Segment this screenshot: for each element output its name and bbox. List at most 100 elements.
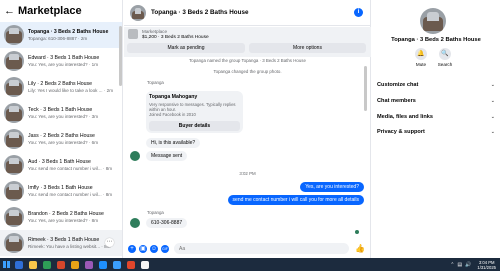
sidebar-header: ← Marketplace — [0, 0, 122, 22]
conversation-preview: You: send me contact number i wil... · 8… — [28, 191, 113, 197]
timestamp: 3:02 PM — [239, 171, 256, 176]
sender-label: Topanga — [147, 80, 164, 85]
chat-avatar[interactable] — [130, 4, 146, 21]
like-icon[interactable]: 👍 — [355, 244, 365, 253]
bell-icon: 🔔 — [415, 48, 427, 60]
conversation-text: Teck · 3 Beds 1 Bath House You: Yes, are … — [28, 107, 122, 120]
back-arrow-icon[interactable]: ← — [4, 5, 15, 17]
conversation-sidebar: ← Marketplace Topanga · 3 Beds 2 Baths H… — [0, 0, 123, 258]
media-files-links-item[interactable]: Media, files and links ⌄ — [377, 114, 495, 120]
taskbar-app-icon[interactable] — [96, 258, 110, 271]
sticker-icon[interactable]: ☺ — [150, 244, 158, 253]
listing-title[interactable]: $1,200 · 3 Beds 2 Baths House — [142, 35, 209, 40]
group-avatar[interactable] — [420, 8, 446, 34]
conversation-item[interactable]: Aud · 3 Beds 1 Bath House You: send me co… — [0, 152, 122, 178]
message-input[interactable] — [174, 243, 349, 254]
sidebar-scrollbar[interactable] — [119, 26, 122, 86]
conversation-item[interactable]: Edward · 3 Beds 1 Bath House You: Yes, ar… — [0, 48, 122, 74]
buyer-name: Topanga Mahogany — [149, 94, 198, 100]
taskbar-app-icon[interactable] — [110, 258, 124, 271]
conversation-item[interactable]: Rimeek · 3 Beds 1 Bath House Rimeek: You … — [0, 230, 122, 256]
conversation-item[interactable]: Lily · 2 Beds 2 Baths House Lily: Yes I w… — [0, 74, 122, 100]
photo-icon[interactable]: ▣ — [139, 244, 147, 253]
taskbar-app-icon[interactable] — [40, 258, 54, 271]
conversation-avatar — [4, 155, 24, 175]
mute-button[interactable]: 🔔 Mute — [410, 48, 432, 67]
conversation-text: Brandon · 2 Beds 2 Baths House You: Yes, … — [28, 211, 122, 224]
sender-avatar[interactable] — [130, 218, 140, 228]
conversation-avatar — [4, 25, 24, 45]
customize-chat-item[interactable]: Customize chat ⌄ — [377, 82, 495, 88]
chevron-up-icon[interactable]: ⌃ — [450, 262, 454, 268]
chat-scrollbar[interactable] — [364, 66, 367, 111]
conversation-item[interactable]: Topanga · 3 Beds 2 Baths House Topanga: 6… — [0, 22, 122, 48]
conversation-preview: You: send me contact number i wil... · 8… — [28, 165, 113, 171]
conversation-preview: You: Yes, are you interested? · 6m — [28, 139, 99, 145]
conversation-item[interactable]: Jass · 2 Beds 2 Baths House You: Yes, are… — [0, 126, 122, 152]
conversation-item[interactable]: Brandon · 2 Beds 2 Baths House You: Yes, … — [0, 204, 122, 230]
listing-banner: Marketplace $1,200 · 3 Beds 2 Baths Hous… — [124, 27, 371, 57]
conversation-text: Topanga · 3 Beds 2 Baths House Topanga: 6… — [28, 29, 122, 42]
taskbar-app-icon[interactable] — [138, 258, 152, 271]
chat-header: Topanga · 3 Beds 2 Baths House i — [124, 0, 370, 26]
conversation-preview: You: Yes, are you interested? · 3m — [28, 113, 99, 119]
message-thread: Topanga named the group Topanga · 3 Beds… — [124, 58, 371, 239]
more-options-icon[interactable]: ⋯ — [105, 238, 114, 247]
message-bubble-outgoing[interactable]: send me contact number i will call you f… — [227, 195, 364, 205]
gif-icon[interactable]: GIF — [161, 244, 169, 253]
conversation-name: Edward · 3 Beds 1 Bath House — [28, 54, 100, 61]
conversation-text: Aud · 3 Beds 1 Bath House You: send me co… — [28, 159, 122, 172]
message-bubble-outgoing[interactable]: Yes, are you interested? — [300, 182, 364, 192]
message-composer: + ▣ ☺ GIF 👍 — [124, 239, 371, 258]
conversation-avatar — [4, 233, 24, 253]
privacy-support-item[interactable]: Privacy & support ⌄ — [377, 129, 495, 135]
app-glyph-icon — [71, 260, 79, 269]
conversation-preview: Topanga: 610-306-8887 · 2m — [28, 35, 88, 41]
conversation-text: Lily · 2 Beds 2 Baths House Lily: Yes I w… — [28, 81, 122, 94]
taskbar-apps — [12, 258, 152, 271]
taskbar-app-icon[interactable] — [26, 258, 40, 271]
more-options-button[interactable]: More options — [249, 43, 366, 53]
info-icon[interactable]: i — [354, 8, 363, 17]
search-label: Search — [437, 62, 453, 67]
listing-thumbnail[interactable] — [128, 29, 138, 39]
conversation-name: Lily · 2 Beds 2 Baths House — [28, 80, 93, 87]
taskbar-app-icon[interactable] — [12, 258, 26, 271]
message-bubble-incoming[interactable]: Message sent — [146, 151, 188, 161]
network-icon[interactable]: ▤ — [457, 262, 462, 268]
volume-icon[interactable]: 🔊 — [465, 262, 471, 268]
clock[interactable]: 3:04 PM 1/31/2025 — [477, 260, 496, 270]
start-button[interactable] — [0, 258, 12, 271]
conversation-name: Imfly · 3 Beds 1 Bath House — [28, 184, 93, 191]
sidebar-title: Marketplace — [18, 5, 82, 17]
sender-avatar[interactable] — [130, 151, 140, 161]
clock-date: 1/31/2025 — [477, 264, 496, 270]
conversation-avatar — [4, 51, 24, 71]
message-bubble-incoming[interactable]: 610-306-8887 — [146, 218, 188, 228]
conversation-text: Jass · 2 Beds 2 Baths House You: Yes, are… — [28, 133, 122, 146]
conversation-preview: You: Yes, are you interested? · 1m — [28, 61, 99, 67]
message-bubble-incoming[interactable]: Hi, is this available? — [146, 138, 201, 148]
system-tray: ⌃ ▤ 🔊 3:04 PM 1/31/2025 — [450, 258, 496, 271]
taskbar-app-icon[interactable] — [124, 258, 138, 271]
windows-logo-icon — [2, 261, 10, 268]
chat-title[interactable]: Topanga · 3 Beds 2 Baths House — [151, 9, 249, 16]
taskbar-app-icon[interactable] — [68, 258, 82, 271]
app-glyph-icon — [57, 260, 65, 269]
chat-members-item[interactable]: Chat members ⌄ — [377, 98, 495, 104]
buyer-details-button[interactable]: Buyer details — [149, 121, 240, 131]
conversation-name: Aud · 3 Beds 1 Bath House — [28, 158, 91, 165]
taskbar-app-icon[interactable] — [82, 258, 96, 271]
app-glyph-icon — [127, 260, 135, 269]
plus-icon[interactable]: + — [128, 244, 136, 253]
app-glyph-icon — [113, 260, 121, 269]
search-button[interactable]: 🔍 Search — [434, 48, 456, 67]
taskbar-app-icon[interactable] — [54, 258, 68, 271]
conversation-item[interactable]: Imfly · 3 Beds 1 Bath House You: send me … — [0, 178, 122, 204]
conversation-preview: You: Yes, are you interested? · 8m — [28, 217, 99, 223]
conversation-name: Brandon · 2 Beds 2 Baths House — [28, 210, 104, 217]
conversation-item[interactable]: Teck · 3 Beds 1 Bath House You: Yes, are … — [0, 100, 122, 126]
mark-pending-button[interactable]: Mark as pending — [127, 43, 245, 53]
clock-time: 3:04 PM — [478, 259, 495, 265]
conversation-avatar — [4, 181, 24, 201]
